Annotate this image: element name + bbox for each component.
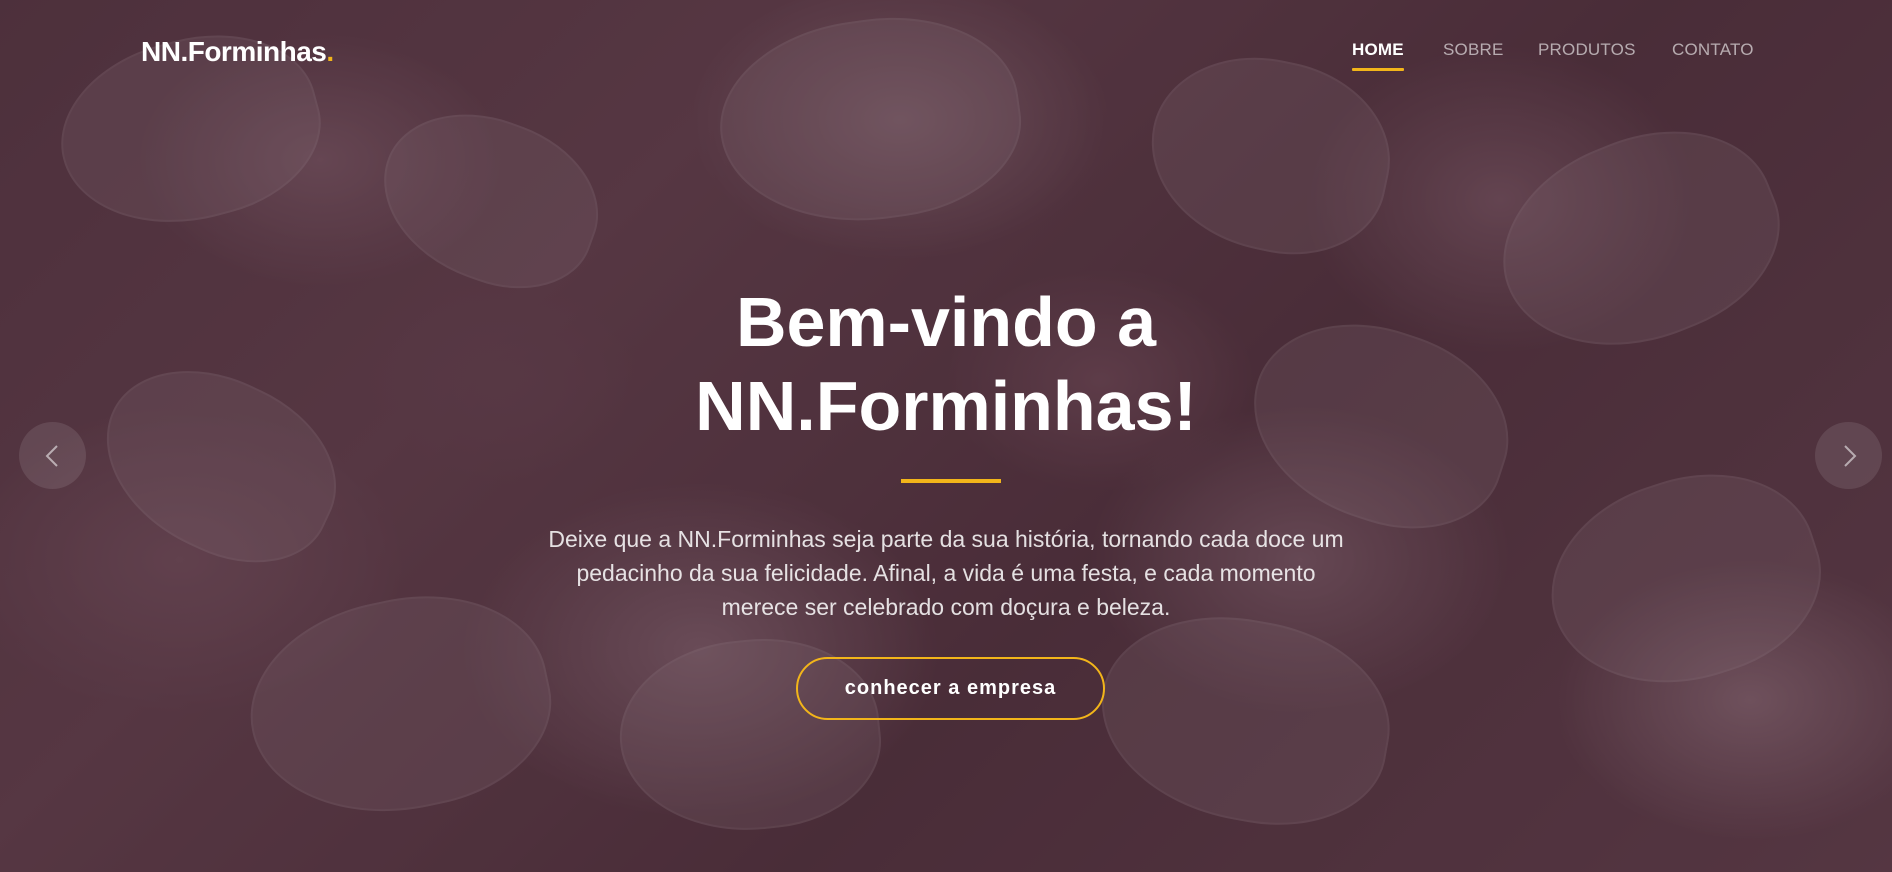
nav-item-sobre[interactable]: SOBRE <box>1443 40 1504 60</box>
conhecer-empresa-button[interactable]: conhecer a empresa <box>796 657 1105 720</box>
nav-item-label: SOBRE <box>1443 40 1504 59</box>
nav-item-home[interactable]: HOME <box>1352 40 1404 71</box>
nav-item-label: HOME <box>1352 40 1404 59</box>
hero-title-line-1: Bem-vindo a <box>735 283 1157 361</box>
nav-item-label: CONTATO <box>1672 40 1754 59</box>
carousel-prev-button[interactable] <box>19 422 86 489</box>
hero-lead-text: Deixe que a NN.Forminhas seja parte da s… <box>548 526 1344 620</box>
chevron-left-icon <box>45 444 58 467</box>
hero-title: Bem-vindo a NN.Forminhas! <box>0 280 1892 448</box>
hero-title-line-2: NN.Forminhas! <box>695 367 1197 445</box>
nav-item-contato[interactable]: CONTATO <box>1672 40 1754 60</box>
title-divider <box>901 479 1001 483</box>
main-nav: HOME SOBRE PRODUTOS CONTATO <box>0 40 1892 80</box>
active-nav-indicator <box>1352 68 1404 71</box>
chevron-right-icon <box>1843 444 1856 467</box>
carousel-next-button[interactable] <box>1815 422 1882 489</box>
nav-item-label: PRODUTOS <box>1538 40 1636 59</box>
nav-item-produtos[interactable]: PRODUTOS <box>1538 40 1636 60</box>
